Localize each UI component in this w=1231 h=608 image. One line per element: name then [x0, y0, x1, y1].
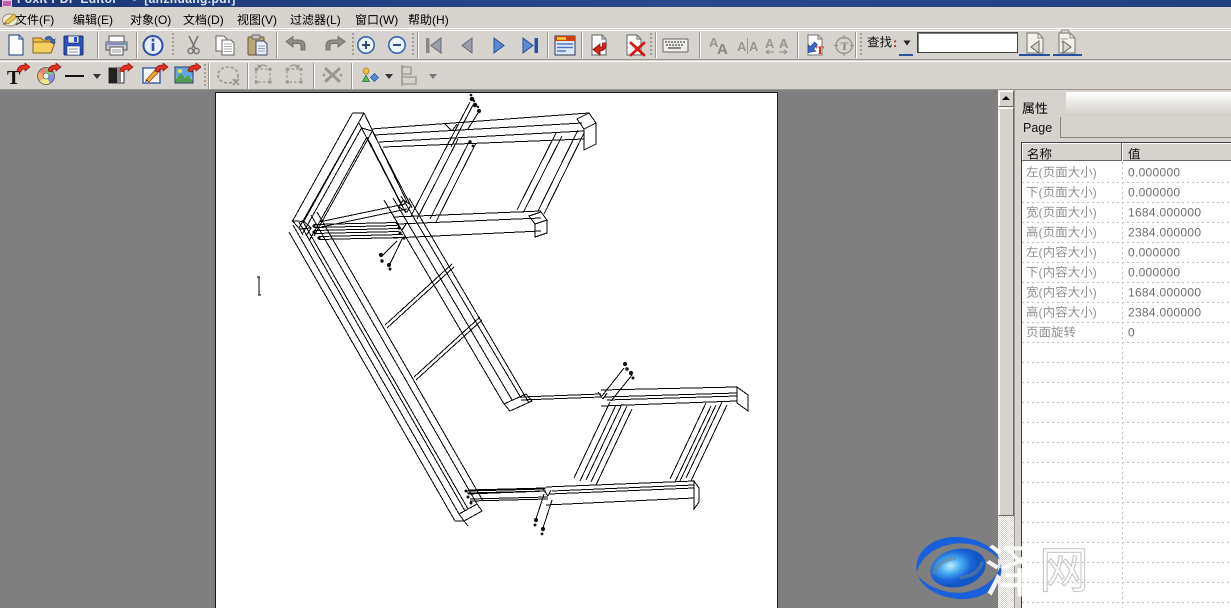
svg-text:(: ( — [1039, 206, 1043, 220]
svg-text:(: ( — [1039, 186, 1043, 200]
svg-text:A: A — [717, 41, 728, 56]
svg-text:(L): (L) — [326, 13, 341, 27]
svg-text:(W): (W) — [379, 13, 398, 27]
svg-text:A: A — [779, 36, 789, 51]
svg-text:): ) — [1093, 306, 1097, 320]
svg-text:): ) — [1093, 266, 1097, 280]
svg-text:A: A — [737, 39, 747, 54]
svg-text:): ) — [1093, 166, 1097, 180]
svg-text:0.000000: 0.000000 — [1128, 166, 1180, 180]
svg-text:(E): (E) — [97, 13, 113, 27]
svg-text:1684.000000: 1684.000000 — [1128, 206, 1201, 220]
svg-text:T: T — [816, 43, 824, 57]
svg-text:(: ( — [1039, 266, 1043, 280]
svg-text:(: ( — [1039, 306, 1043, 320]
svg-text:A: A — [765, 36, 775, 51]
svg-text:(O): (O) — [154, 13, 171, 27]
svg-text:1684.000000: 1684.000000 — [1128, 286, 1201, 300]
svg-text:(D): (D) — [207, 13, 224, 27]
svg-text:): ) — [1093, 186, 1097, 200]
svg-text:0.000000: 0.000000 — [1128, 266, 1180, 280]
svg-text:0: 0 — [1128, 326, 1135, 340]
svg-text:(V): (V) — [261, 13, 277, 27]
svg-text:(: ( — [1039, 226, 1043, 240]
svg-text:(F): (F) — [39, 13, 54, 27]
svg-text:A: A — [749, 39, 759, 54]
svg-text:0.000000: 0.000000 — [1128, 246, 1180, 260]
svg-text:2384.000000: 2384.000000 — [1128, 226, 1201, 240]
svg-text:T: T — [841, 39, 849, 53]
svg-text:2384.000000: 2384.000000 — [1128, 306, 1201, 320]
svg-text:): ) — [1093, 206, 1097, 220]
svg-text:): ) — [1093, 226, 1097, 240]
svg-text:Page: Page — [1023, 121, 1052, 135]
svg-text:0.000000: 0.000000 — [1128, 186, 1180, 200]
svg-text:(: ( — [1039, 166, 1043, 180]
svg-text:(: ( — [1039, 246, 1043, 260]
svg-text:(: ( — [1039, 286, 1043, 300]
svg-text:): ) — [1093, 246, 1097, 260]
svg-text:): ) — [1093, 286, 1097, 300]
svg-text:(H): (H) — [432, 13, 449, 27]
